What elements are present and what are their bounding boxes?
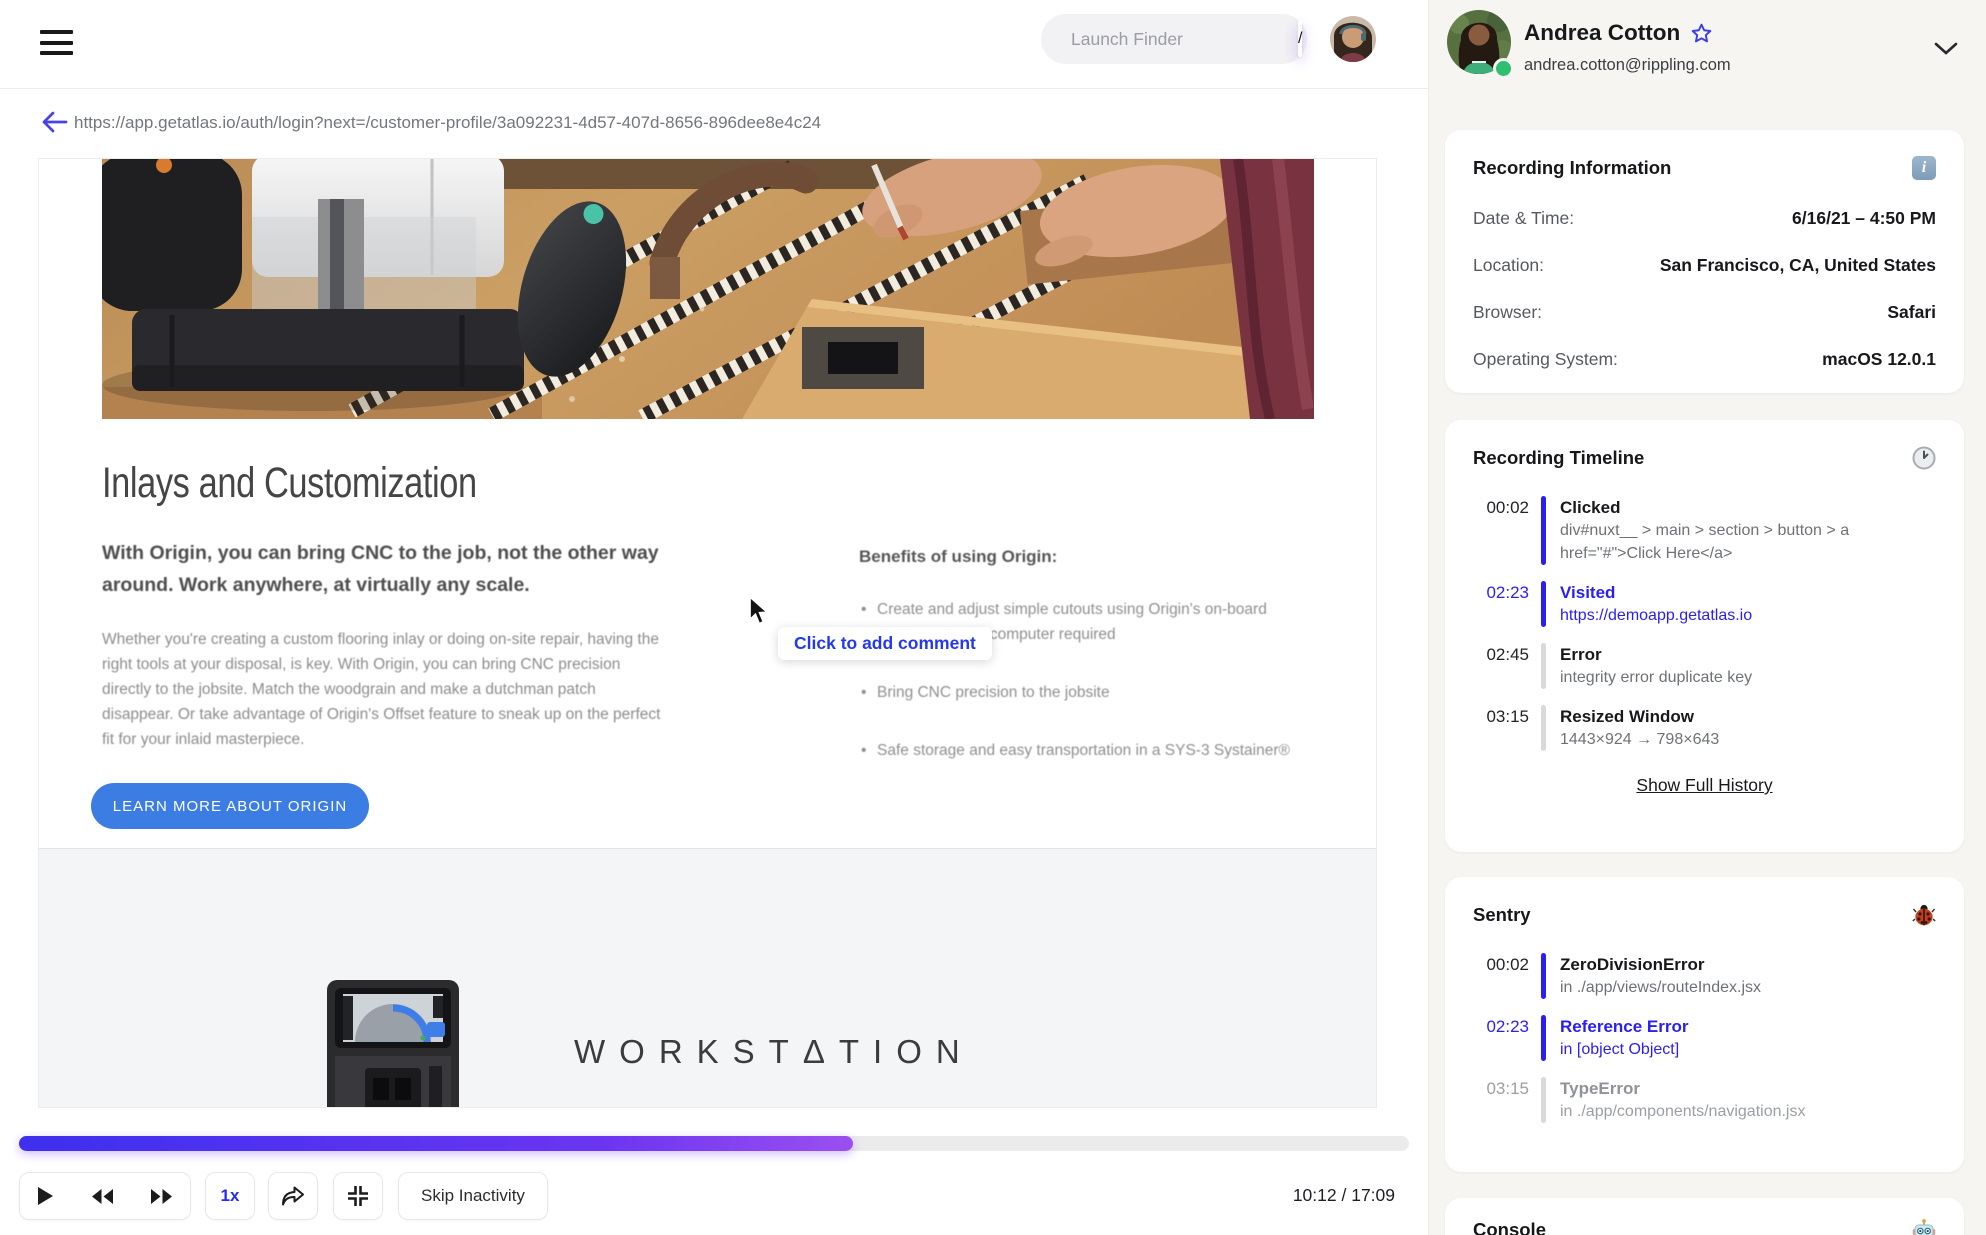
play-icon[interactable] [38, 1187, 53, 1205]
event-title: Visited [1560, 583, 1616, 602]
clock-icon [1912, 446, 1936, 470]
timeline-event[interactable]: 00:02 Clicked div#nuxt__ > main > section… [1473, 496, 1936, 565]
playback-speed-button[interactable]: 1x [205, 1172, 255, 1220]
event-detail: in ./app/components/navigation.jsx [1560, 1103, 1806, 1120]
chevron-down-icon[interactable] [1934, 42, 1958, 55]
event-marker [1541, 953, 1546, 999]
event-title: ZeroDivisionError [1560, 955, 1705, 974]
transport-controls [19, 1172, 191, 1220]
player-pane: / https://app.getatlas.io/auth/login?nex… [0, 0, 1428, 1235]
event-detail: in [object Object] [1560, 1041, 1680, 1058]
card-title: Console [1473, 1219, 1546, 1235]
event-marker [1541, 1015, 1546, 1061]
fast-forward-icon[interactable] [151, 1188, 172, 1204]
collapse-icon [348, 1186, 368, 1206]
event-detail: https://demoapp.getatlas.io [1560, 607, 1753, 624]
info-row: Browser: Safari [1473, 302, 1936, 322]
recorded-cursor-icon [749, 596, 770, 625]
event-marker [1541, 581, 1546, 627]
event-time: 03:15 [1486, 1079, 1529, 1098]
details-sidebar: Andrea Cotton andrea.cotton@rippling.com… [1428, 0, 1986, 1235]
info-row: Operating System: macOS 12.0.1 [1473, 349, 1936, 369]
recorded-page-url[interactable]: https://app.getatlas.io/auth/login?next=… [74, 113, 821, 133]
event-marker [1541, 1077, 1546, 1123]
event-marker [1541, 643, 1546, 689]
timeline-event[interactable]: 02:23 Visited https://demoapp.getatlas.io [1473, 581, 1936, 627]
progress-fill [19, 1136, 853, 1151]
page-heading: Inlays and Customization [102, 459, 477, 507]
search-input[interactable] [1069, 27, 1298, 51]
share-icon [282, 1186, 304, 1205]
event-time: 02:45 [1486, 645, 1529, 664]
event-detail: in ./app/views/routeIndex.jsx [1560, 979, 1761, 996]
event-time: 03:15 [1486, 707, 1529, 726]
workstation-logo: WORKSTΔTION [574, 1033, 974, 1070]
online-status-dot [1493, 58, 1514, 79]
playback-progress-bar[interactable] [19, 1136, 1409, 1151]
share-button[interactable] [268, 1172, 318, 1220]
session-replay-app: / https://app.getatlas.io/auth/login?nex… [0, 0, 1986, 1235]
add-comment-tooltip[interactable]: Click to add comment [778, 627, 992, 660]
sentry-card: Sentry 00:02 ZeroDivisionError in ./app/v [1445, 877, 1964, 1172]
benefit-item: Bring CNC precision to the jobsite [859, 680, 1309, 705]
rewind-icon[interactable] [91, 1188, 113, 1204]
event-time: 02:23 [1486, 1017, 1529, 1036]
recording-timeline-card: Recording Timeline 00:02 Clicked div#nuxt… [1445, 420, 1964, 852]
woodworking-hero-image [102, 159, 1314, 419]
user-header: Andrea Cotton andrea.cotton@rippling.com [1429, 0, 1986, 110]
card-title: Sentry [1473, 904, 1531, 925]
console-card: Console [1445, 1198, 1964, 1235]
user-email: andrea.cotton@rippling.com [1524, 56, 1731, 74]
workstation-section: WORKSTΔTION [39, 848, 1376, 1107]
show-full-history-link[interactable]: Show Full History [1636, 775, 1772, 795]
info-row: Date & Time: 6/16/21 – 4:50 PM [1473, 208, 1936, 228]
event-time: 00:02 [1486, 955, 1529, 974]
sentry-event[interactable]: 00:02 ZeroDivisionError in ./app/views/ro… [1473, 953, 1936, 999]
collapse-view-button[interactable] [333, 1172, 383, 1220]
robot-icon [1912, 1219, 1936, 1235]
recording-information-card: Recording Information i Date & Time: 6/16… [1445, 130, 1964, 393]
timeline-event[interactable]: 03:15 Resized Window 1443×924 → 798×643 [1473, 705, 1936, 751]
event-title: Reference Error [1560, 1017, 1689, 1036]
replay-url-bar: https://app.getatlas.io/auth/login?next=… [0, 100, 1428, 146]
event-time: 02:23 [1486, 583, 1529, 602]
skip-inactivity-button[interactable]: Skip Inactivity [398, 1172, 548, 1220]
user-name: Andrea Cotton [1524, 20, 1713, 46]
learn-more-button[interactable]: LEARN MORE ABOUT ORIGIN [91, 783, 369, 829]
event-detail: div#nuxt__ > main > section > button > a… [1560, 522, 1850, 562]
info-icon: i [1912, 156, 1936, 180]
card-title: Recording Information [1473, 157, 1672, 178]
event-title: Error [1560, 645, 1602, 664]
event-detail: integrity error duplicate key [1560, 669, 1753, 686]
event-marker [1541, 705, 1546, 751]
playback-time-display: 10:12 / 17:09 [1292, 1185, 1395, 1205]
event-title: Clicked [1560, 498, 1621, 517]
launch-finder-search[interactable]: / [1041, 14, 1307, 64]
benefit-item: Safe storage and easy transportation in … [859, 738, 1309, 763]
workstation-product-image [327, 980, 459, 1107]
top-bar: / [0, 0, 1428, 89]
replay-viewport: Inlays and Customization With Origin, yo… [38, 158, 1377, 1108]
benefits-title: Benefits of using Origin: [859, 547, 1058, 566]
event-marker [1541, 496, 1546, 565]
event-title: Resized Window [1560, 707, 1694, 726]
player-controls: 1x Skip Inactivity 10:12 / 17:09 [0, 1172, 1428, 1220]
page-paragraph: Whether you're creating a custom floorin… [102, 631, 661, 748]
info-row: Location: San Francisco, CA, United State… [1473, 255, 1936, 275]
timeline-event[interactable]: 02:45 Error integrity error duplicate key [1473, 643, 1936, 689]
card-title: Recording Timeline [1473, 447, 1645, 468]
event-time: 00:02 [1486, 498, 1529, 517]
ladybug-icon [1912, 904, 1936, 926]
back-arrow-icon[interactable] [42, 110, 68, 134]
menu-icon[interactable] [40, 30, 74, 58]
event-title: TypeError [1560, 1079, 1640, 1098]
star-icon[interactable] [1690, 22, 1713, 45]
page-subheading: With Origin, you can bring CNC to the jo… [102, 542, 659, 596]
event-detail: 1443×924 → 798×643 [1560, 731, 1720, 748]
slash-shortcut-key: / [1298, 21, 1303, 57]
current-user-avatar[interactable] [1330, 16, 1376, 62]
sentry-event[interactable]: 02:23 Reference Error in [object Object] [1473, 1015, 1936, 1061]
sentry-event[interactable]: 03:15 TypeError in ./app/components/navig… [1473, 1077, 1936, 1123]
